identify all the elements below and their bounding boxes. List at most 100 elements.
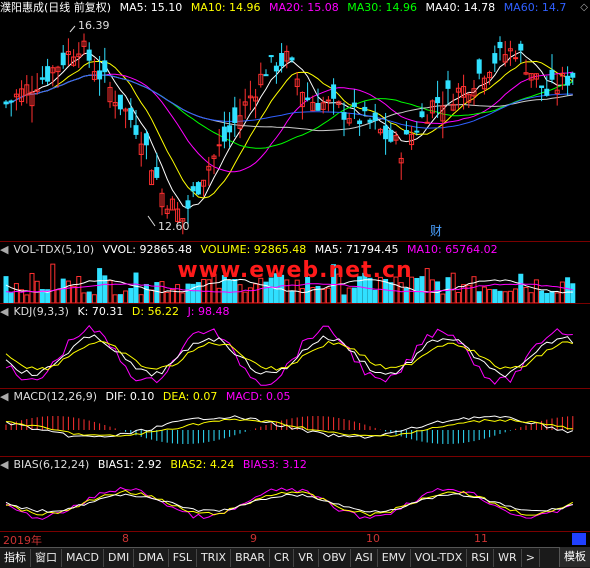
tab-cr[interactable]: CR [270,549,295,567]
panel-arrow-icon[interactable]: ◀ [0,243,8,256]
indicator-tab-bar: 指标 窗口 MACD DMI DMA FSL TRIX BRAR CR VR O… [0,547,590,568]
candle-body [143,133,149,146]
volume-bar [232,279,238,303]
tab-dmi[interactable]: DMI [104,549,135,567]
tab-fsl[interactable]: FSL [169,549,197,567]
tab-emv[interactable]: EMV [378,549,411,567]
tab-wr[interactable]: WR [494,549,522,567]
watermark: www.eweb.net.cn [177,258,413,283]
candlestick-chart[interactable] [0,16,590,241]
volume-bar [117,294,123,303]
volume-bar [138,294,144,303]
panel-arrow-icon[interactable]: ◀ [0,390,8,403]
volume-bar [523,287,529,303]
collapse-arrow-icon[interactable]: ◇ [580,2,588,13]
volume-bar [65,280,71,303]
kdj-chart[interactable] [0,320,590,388]
volume-bar [533,279,539,303]
volume-bar [492,289,498,303]
candle-body [279,53,285,67]
tab-indicator[interactable]: 指标 [0,549,31,567]
candle-body [435,97,441,104]
candle-body [492,53,498,64]
macd-macd-value: MACD: 0.05 [225,390,291,403]
volume-bar [383,279,389,303]
ma10-label: MA10: 14.96 [190,1,261,14]
volume-bar [55,289,61,303]
tab-trix[interactable]: TRIX [197,549,232,567]
vol-ma10-value: MA10: 65764.02 [406,243,498,256]
candle-body [102,60,108,73]
tab-vol-tdx[interactable]: VOL-TDX [411,549,468,567]
tab-dma[interactable]: DMA [134,549,169,567]
template-button[interactable]: 模板 [559,547,590,567]
ma40-label: MA40: 14.78 [425,1,496,14]
bias-title[interactable]: BIAS(6,12,24) [13,458,89,471]
vvol-value: VVOL: 92865.48 [102,243,192,256]
kdj-title[interactable]: KDJ(9,3,3) [13,305,69,318]
volume-bar [502,291,508,303]
candle-body [565,75,571,86]
candle-body [513,57,519,60]
volume-bar [253,283,259,303]
kdj-k-line [5,334,574,378]
bias3-value: BIAS3: 3.12 [242,458,307,471]
candle-body [60,52,66,66]
tab-more-arrow[interactable]: > [522,549,540,567]
candle-body [97,70,103,80]
tab-vr[interactable]: VR [294,549,319,567]
candle-body [445,80,451,89]
panel-arrow-icon[interactable]: ◀ [0,305,8,318]
candle-body [190,186,196,192]
volume-bar [164,291,170,303]
scroll-handle[interactable] [572,533,586,545]
macd-title[interactable]: MACD(12,26,9) [13,390,97,403]
volume-bar [86,291,92,303]
tab-brar[interactable]: BRAR [231,549,271,567]
candle-body [331,84,337,99]
macd-dea-value: DEA: 0.07 [162,390,218,403]
candle-body [315,102,321,111]
date-label: 2019年 [3,534,42,547]
candle-body [45,66,51,82]
candle-body [351,102,357,108]
tab-obv[interactable]: OBV [319,549,351,567]
vol-title[interactable]: VOL-TDX(5,10) [13,243,94,256]
volume-bar [481,286,487,303]
candle-body [497,41,503,49]
tab-window[interactable]: 窗口 [31,549,62,567]
candle-body [383,125,389,140]
volume-bar [24,294,30,303]
bias-chart[interactable] [0,473,590,531]
tab-rsi[interactable]: RSI [467,549,495,567]
candle-body [549,69,555,80]
candle-body [195,182,201,195]
candle-body [216,144,222,147]
volume-bar [497,290,503,303]
tab-macd[interactable]: MACD [62,549,104,567]
volume-bar [216,287,222,303]
volume-bar [461,284,467,303]
volume-value: VOLUME: 92865.48 [200,243,307,256]
candle-body [8,100,14,103]
stock-title[interactable]: 濮阳惠成(日线 前复权) [0,1,111,14]
candle-body [305,97,311,101]
volume-bar [346,287,352,303]
macd-chart[interactable] [0,405,590,455]
volume-bar [289,290,295,303]
finance-event-marker[interactable]: 财 [430,222,442,239]
macd-dea-line [5,418,573,437]
low-price-label: 12.60 [158,220,190,233]
panel-arrow-icon[interactable]: ◀ [0,458,8,471]
ma30-label: MA30: 14.96 [347,1,417,14]
tab-asi[interactable]: ASI [351,549,378,567]
volume-bar [81,292,87,303]
date-label: 8 [122,532,129,545]
volume-bar [372,289,378,303]
candle-body [325,99,331,102]
volume-bar [476,291,482,303]
volume-bar [351,287,357,303]
volume-bar [299,287,305,303]
candle-body [341,112,347,120]
ma30-line [5,74,573,149]
